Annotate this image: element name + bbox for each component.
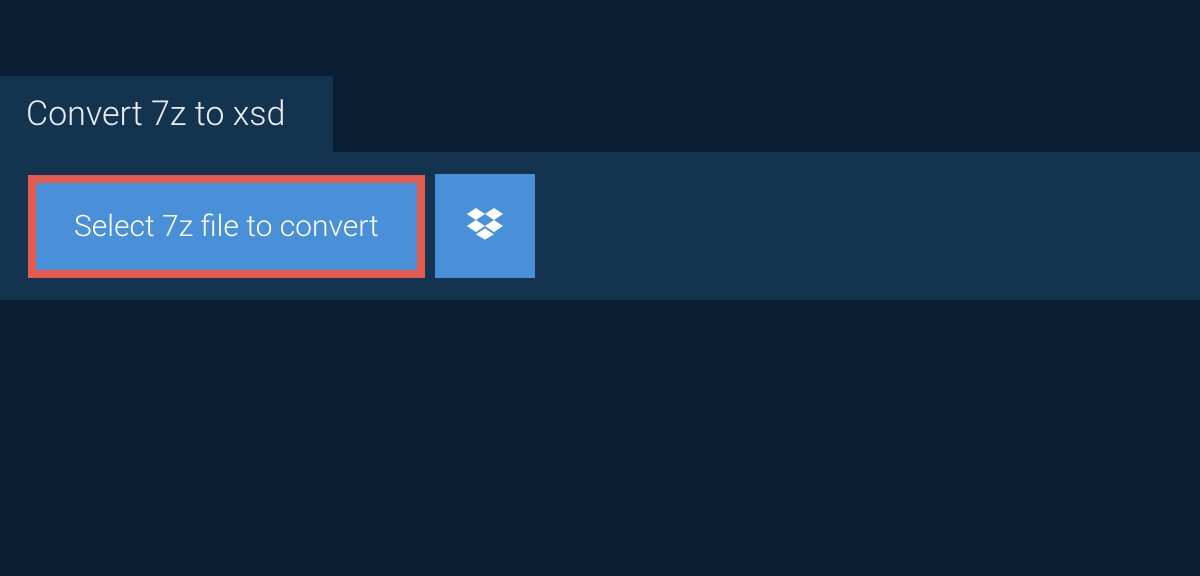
dropbox-icon [466, 205, 504, 247]
select-file-label: Select 7z file to convert [74, 209, 379, 244]
convert-panel: Select 7z file to convert [0, 152, 1200, 300]
tab-convert[interactable]: Convert 7z to xsd [0, 76, 333, 152]
dropbox-button[interactable] [435, 174, 535, 278]
tab-bar: Convert 7z to xsd [0, 76, 1200, 152]
select-file-button[interactable]: Select 7z file to convert [28, 175, 425, 278]
tab-label: Convert 7z to xsd [26, 94, 285, 134]
